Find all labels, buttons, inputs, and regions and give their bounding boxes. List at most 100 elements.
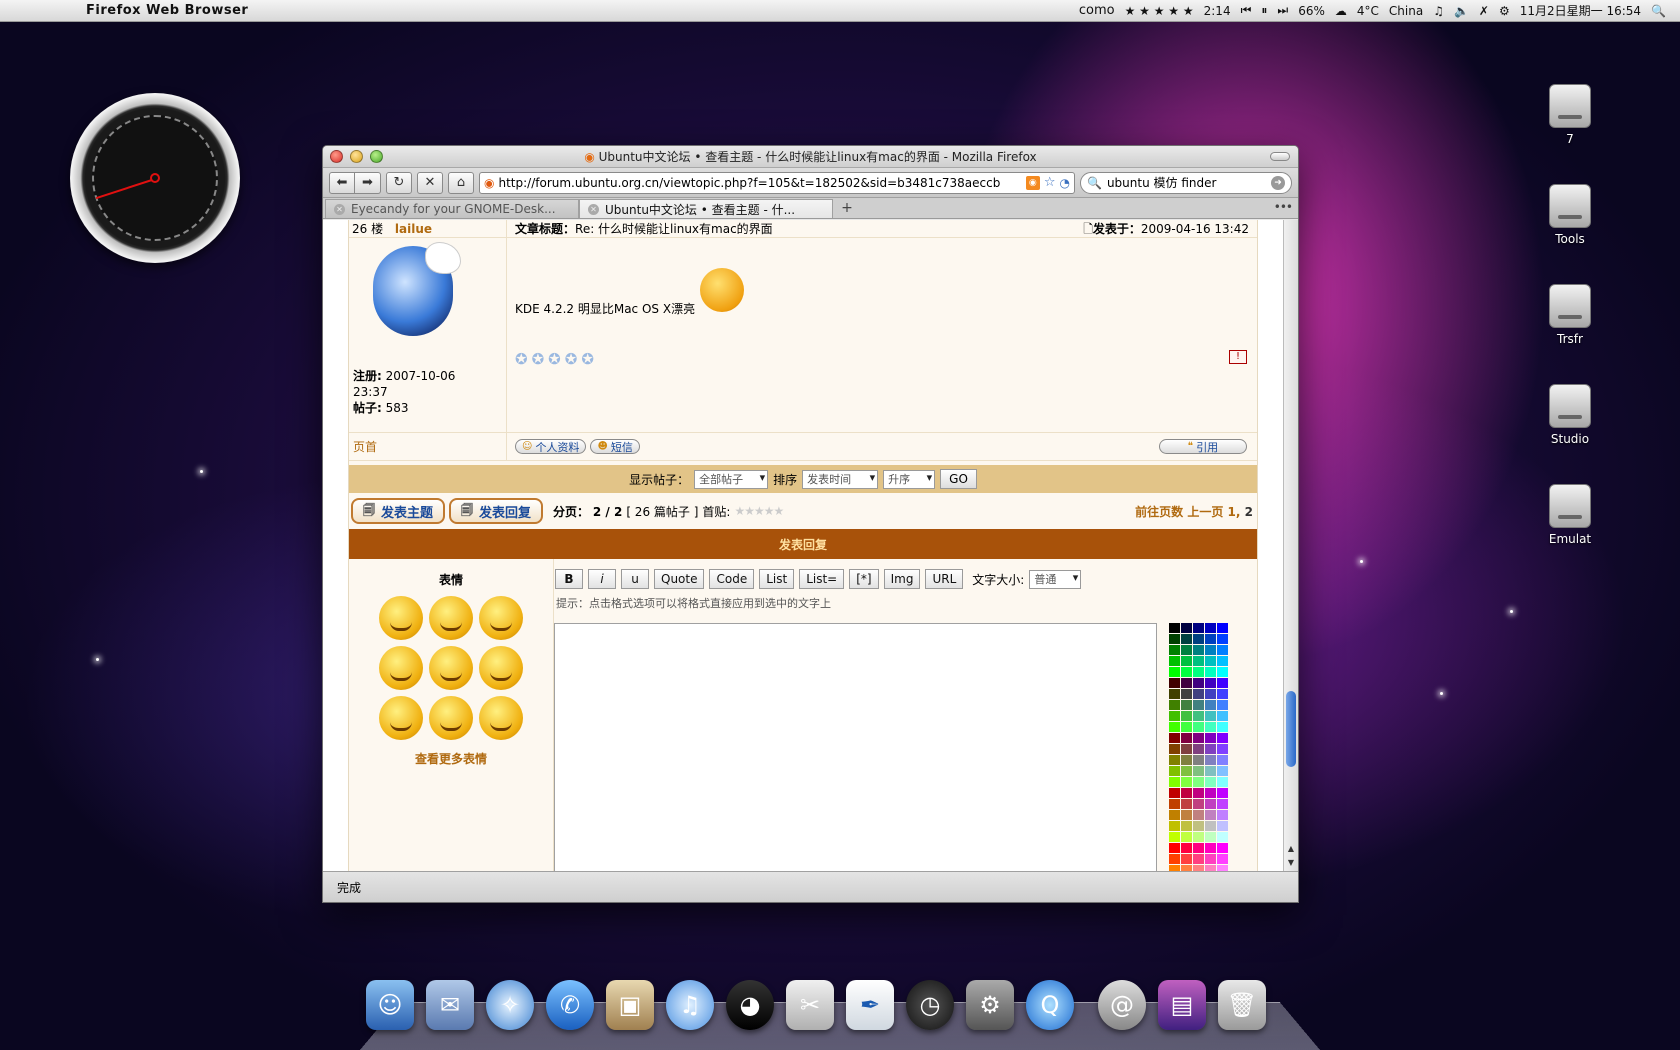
scroll-up-icon[interactable]: ▲ [1284,844,1298,856]
trash-icon[interactable]: 🗑 [1218,980,1266,1030]
color-swatch[interactable] [1217,788,1228,798]
color-swatch[interactable] [1217,810,1228,820]
pm-button[interactable]: ☻ 短信 [590,439,640,454]
color-swatch[interactable] [1169,689,1180,699]
color-swatch[interactable] [1217,711,1228,721]
color-swatch[interactable] [1205,634,1216,644]
list-item-button[interactable]: [*] [849,569,879,589]
quote-button[interactable]: ❝ 引用 [1159,439,1247,454]
rating-star-icon[interactable]: ✪ [581,350,594,368]
color-swatch[interactable] [1193,832,1204,842]
datetime[interactable]: 11月2日星期一 16:54 [1520,2,1641,19]
forward-button[interactable]: ➡ [355,171,381,194]
weather-location[interactable]: China [1389,4,1423,18]
color-swatch[interactable] [1181,810,1192,820]
toolbar-toggle-button[interactable] [1270,152,1290,161]
color-swatch[interactable] [1181,634,1192,644]
bluetooth-icon[interactable]: ✗ [1479,4,1489,18]
rating-star-icon[interactable]: ✪ [515,350,528,368]
message-textarea[interactable] [554,623,1157,873]
home-button[interactable]: ⌂ [448,171,474,194]
color-swatch[interactable] [1217,623,1228,633]
color-swatch[interactable] [1205,700,1216,710]
safari-icon[interactable]: ✧ [486,980,534,1030]
app-name[interactable]: Firefox Web Browser [86,3,248,18]
color-swatch[interactable] [1205,832,1216,842]
color-swatch[interactable] [1169,722,1180,732]
color-swatch[interactable] [1217,634,1228,644]
color-swatch[interactable] [1205,854,1216,864]
color-swatch[interactable] [1217,645,1228,655]
color-swatch[interactable] [1169,821,1180,831]
color-swatch[interactable] [1193,722,1204,732]
color-swatch[interactable] [1217,678,1228,688]
color-swatch[interactable] [1181,766,1192,776]
color-swatch[interactable] [1205,711,1216,721]
qq-penguin-icon[interactable]: ◕ [726,980,774,1030]
color-swatch[interactable] [1217,733,1228,743]
code-button[interactable]: Code [709,569,755,589]
color-swatch[interactable] [1217,667,1228,677]
color-swatch[interactable] [1181,656,1192,666]
rating-star-icon[interactable]: ✪ [548,350,561,368]
color-swatch[interactable] [1169,843,1180,853]
color-swatch[interactable] [1181,678,1192,688]
color-swatch[interactable] [1193,744,1204,754]
time-machine-icon[interactable]: ◷ [906,980,954,1030]
bold-button[interactable]: B [555,569,583,589]
color-swatch[interactable] [1205,722,1216,732]
url-go-icon[interactable]: ◔ [1060,176,1070,190]
color-swatch[interactable] [1205,766,1216,776]
color-swatch[interactable] [1205,656,1216,666]
smile-icon[interactable] [379,596,423,640]
new-tab-button[interactable]: + [839,200,855,218]
color-swatch[interactable] [1217,744,1228,754]
color-swatch[interactable] [1181,744,1192,754]
color-swatch[interactable] [1217,799,1228,809]
tab-list-icon[interactable]: ••• [1274,200,1293,214]
color-swatch[interactable] [1169,766,1180,776]
color-swatch[interactable] [1193,711,1204,721]
desktop-stack-icon[interactable]: ▤ [1158,980,1206,1030]
more-smilies-link[interactable]: 查看更多表情 [349,750,553,767]
downloads-stack-icon[interactable]: @ [1098,980,1146,1030]
next-track-icon[interactable]: ⏭ [1277,3,1288,18]
color-swatch[interactable] [1193,788,1204,798]
color-swatch[interactable] [1217,766,1228,776]
finder-icon[interactable]: ☺ [366,980,414,1030]
sweat-icon[interactable] [479,646,523,690]
url-bar[interactable]: ◉ http://forum.ubuntu.org.cn/viewtopic.p… [479,171,1075,194]
rating-stars[interactable]: ★ ★ ★ ★ ★ [1125,4,1194,18]
color-swatch[interactable] [1181,623,1192,633]
feather-icon[interactable]: ✒ [846,980,894,1030]
color-palette[interactable] [1169,623,1229,873]
pause-icon[interactable]: ⏸ [1261,3,1267,18]
color-swatch[interactable] [1193,733,1204,743]
desktop-icon-trsfr[interactable]: Trsfr [1530,284,1610,346]
search-engine-icon[interactable]: 🔍 [1087,176,1102,190]
itunes-icon[interactable]: ♫ [1433,4,1444,18]
color-swatch[interactable] [1181,667,1192,677]
back-to-top-link[interactable]: 页首 [349,433,507,460]
display-posts-select[interactable]: 全部帖子 [694,469,769,489]
color-swatch[interactable] [1205,799,1216,809]
rating-star-icon[interactable]: ✪ [565,350,578,368]
color-swatch[interactable] [1193,645,1204,655]
color-swatch[interactable] [1217,700,1228,710]
tab-ubuntu-forum[interactable]: ✕ Ubuntu中文论坛 • 查看主题 - 什... [579,199,833,218]
color-swatch[interactable] [1217,832,1228,842]
reload-button[interactable]: ↻ [386,171,412,194]
color-swatch[interactable] [1205,788,1216,798]
color-swatch[interactable] [1205,810,1216,820]
post-page-icon[interactable]: 🗋 [1083,222,1093,236]
color-swatch[interactable] [1181,843,1192,853]
itunes-dock-icon[interactable]: ♫ [666,980,714,1030]
color-swatch[interactable] [1181,854,1192,864]
color-swatch[interactable] [1205,623,1216,633]
new-topic-button[interactable]: 🗐 发表主题 [351,498,446,524]
system-preferences-icon[interactable]: ⚙ [966,980,1014,1030]
spotlight-search-icon[interactable]: 🔍 [1651,4,1666,18]
clock-widget[interactable] [70,93,240,263]
scissors-icon[interactable]: ✂ [786,980,834,1030]
color-swatch[interactable] [1205,821,1216,831]
